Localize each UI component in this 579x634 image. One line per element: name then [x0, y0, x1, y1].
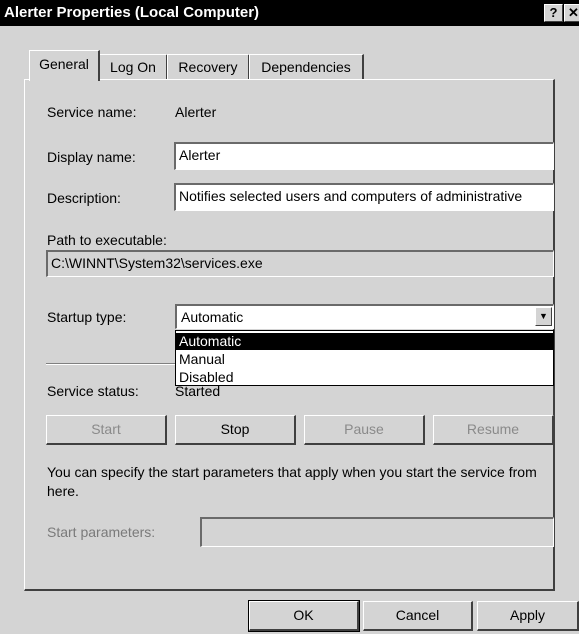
tab-dependencies-label: Dependencies	[261, 59, 351, 75]
close-button[interactable]: ✕	[564, 4, 579, 22]
tab-recovery[interactable]: Recovery	[167, 54, 250, 79]
tab-recovery-label: Recovery	[178, 59, 238, 75]
service-status-label: Service status:	[47, 383, 139, 399]
startup-type-label: Startup type:	[47, 309, 127, 325]
pause-button[interactable]: Pause	[304, 415, 425, 445]
service-name-value: Alerter	[175, 104, 217, 120]
cancel-button[interactable]: Cancel	[363, 601, 473, 631]
start-parameters-label: Start parameters:	[47, 524, 156, 540]
window-title: Alerter Properties (Local Computer)	[4, 4, 260, 21]
display-name-field[interactable]: Alerter	[174, 142, 554, 170]
properties-dialog: Alerter Properties (Local Computer) ? ✕ …	[0, 0, 579, 634]
apply-button[interactable]: Apply	[477, 601, 579, 631]
tab-log-on[interactable]: Log On	[99, 54, 168, 79]
ok-button[interactable]: OK	[248, 600, 360, 632]
tab-dependencies[interactable]: Dependencies	[249, 54, 364, 79]
resume-button[interactable]: Resume	[433, 415, 554, 445]
startup-type-select[interactable]: Automatic ▼	[175, 304, 554, 329]
dropdown-option-manual[interactable]: Manual	[176, 351, 553, 368]
tab-general-label: General	[39, 56, 89, 72]
close-icon: ✕	[568, 5, 579, 20]
separator	[46, 363, 176, 365]
tab-log-on-label: Log On	[110, 59, 156, 75]
start-parameters-field[interactable]	[200, 517, 554, 547]
startup-type-dropdown-list: Automatic Manual Disabled	[175, 330, 554, 386]
startup-type-value: Automatic	[181, 309, 244, 325]
stop-button[interactable]: Stop	[175, 415, 296, 445]
display-name-label: Display name:	[47, 149, 136, 165]
description-field[interactable]: Notifies selected users and computers of…	[174, 183, 554, 211]
dropdown-arrow-button[interactable]: ▼	[535, 307, 552, 326]
title-bar: Alerter Properties (Local Computer) ? ✕	[0, 0, 579, 26]
start-button[interactable]: Start	[46, 415, 167, 445]
service-name-label: Service name:	[47, 104, 137, 120]
start-parameters-hint: You can specify the start parameters tha…	[47, 464, 537, 499]
help-button[interactable]: ?	[544, 4, 563, 22]
path-to-executable-field[interactable]: C:\WINNT\System32\services.exe	[46, 250, 554, 277]
chevron-down-icon: ▼	[539, 311, 548, 321]
dropdown-option-disabled[interactable]: Disabled	[176, 369, 553, 386]
path-label: Path to executable:	[47, 232, 167, 248]
dropdown-option-automatic[interactable]: Automatic	[176, 333, 553, 350]
tab-general[interactable]: General	[29, 50, 100, 81]
description-label: Description:	[47, 190, 121, 206]
